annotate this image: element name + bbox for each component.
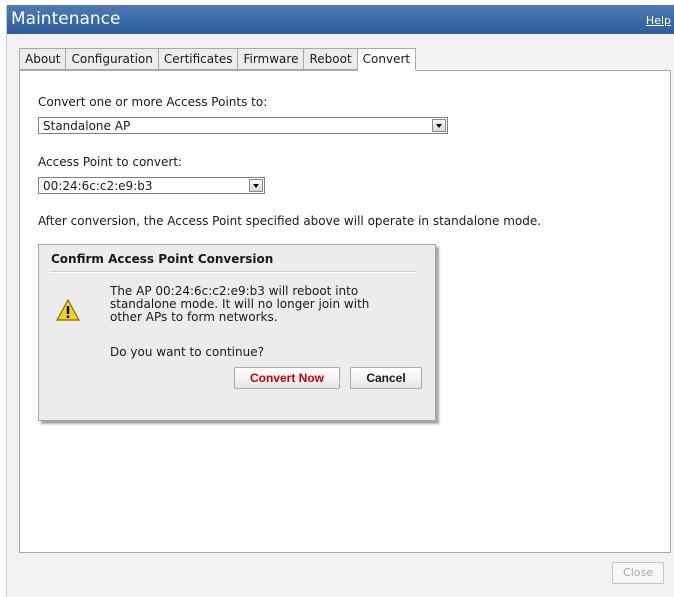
tab-convert[interactable]: Convert	[356, 48, 417, 71]
access-point-select[interactable]: 00:24:6c:c2:e9:b3	[38, 177, 265, 194]
dialog-message-line: other APs to form networks.	[110, 310, 278, 324]
tab-firmware[interactable]: Firmware	[237, 48, 304, 70]
convert-target-label: Convert one or more Access Points to:	[38, 95, 268, 109]
conversion-info-text: After conversion, the Access Point speci…	[38, 214, 542, 228]
tab-reboot[interactable]: Reboot	[303, 48, 357, 70]
dialog-message: The AP 00:24:6c:c2:e9:b3 will reboot int…	[110, 285, 410, 324]
tab-about[interactable]: About	[19, 48, 66, 70]
dialog-title: Confirm Access Point Conversion	[51, 252, 274, 266]
help-link[interactable]: Help	[646, 14, 671, 27]
tab-certificates[interactable]: Certificates	[157, 48, 238, 70]
maintenance-window: Maintenance Help About Configuration Cer…	[6, 5, 674, 597]
confirm-conversion-dialog: Confirm Access Point Conversion The AP 0…	[38, 244, 436, 421]
convert-target-value: Standalone AP	[43, 119, 131, 133]
access-point-label: Access Point to convert:	[38, 155, 183, 169]
close-button[interactable]: Close	[612, 562, 664, 584]
convert-target-select[interactable]: Standalone AP	[38, 117, 448, 134]
warning-icon	[56, 299, 80, 321]
window-title: Maintenance	[11, 9, 121, 29]
access-point-value: 00:24:6c:c2:e9:b3	[43, 179, 153, 193]
convert-now-button[interactable]: Convert Now	[234, 367, 340, 389]
tab-bar: About Configuration Certificates Firmwar…	[19, 48, 417, 71]
chevron-down-icon[interactable]	[432, 119, 446, 132]
title-bar: Maintenance Help	[7, 5, 674, 34]
dialog-divider	[50, 271, 416, 273]
dialog-question: Do you want to continue?	[110, 345, 264, 359]
convert-panel: Convert one or more Access Points to: St…	[19, 70, 671, 553]
chevron-down-icon[interactable]	[249, 179, 263, 192]
tab-configuration[interactable]: Configuration	[65, 48, 158, 70]
cancel-button[interactable]: Cancel	[350, 367, 422, 389]
